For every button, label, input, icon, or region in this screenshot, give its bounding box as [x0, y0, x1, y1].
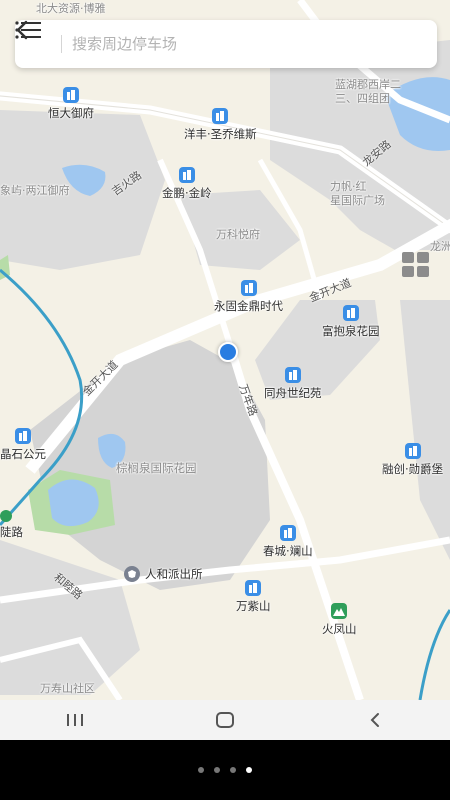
- poi-label: 万紫山: [236, 599, 271, 613]
- label-wanke: 万科悦府: [216, 228, 260, 241]
- apps-grid-button[interactable]: [402, 252, 436, 286]
- poi-station[interactable]: 陡路: [0, 510, 23, 540]
- poi-jinpeng[interactable]: 金鹏·金岭: [162, 167, 212, 201]
- poi-hengda[interactable]: 恒大御府: [48, 87, 94, 121]
- building-icon: [284, 367, 301, 383]
- page-dot: [198, 767, 204, 773]
- home-button[interactable]: [185, 700, 265, 740]
- poi-chuncheng[interactable]: 春城·斓山: [263, 525, 313, 559]
- poi-label: 火凤山: [322, 622, 357, 636]
- building-icon: [342, 305, 359, 321]
- poi-label: 人和派出所: [145, 567, 203, 581]
- search-bar: [15, 20, 437, 68]
- poi-fubao[interactable]: 富抱泉花园: [322, 305, 380, 339]
- label-wanshou: 万寿山社区: [40, 682, 95, 695]
- poi-label: 春城·斓山: [263, 544, 313, 558]
- poi-label: 同舟世纪苑: [264, 386, 322, 400]
- poi-label: 恒大御府: [48, 106, 94, 120]
- page-dot: [230, 767, 236, 773]
- block-east: [400, 300, 450, 560]
- android-nav-bar: [0, 700, 450, 740]
- list-icon: [15, 21, 41, 39]
- current-location-dot: [218, 342, 238, 362]
- page-dot-active: [246, 767, 252, 773]
- poi-rongchuang[interactable]: 融创·勋爵堡: [382, 443, 443, 477]
- building-icon: [178, 167, 195, 183]
- label-top-partial: 北大资源·博雅: [36, 2, 106, 15]
- poi-label: 棕榈泉国际花园: [116, 461, 197, 475]
- poi-yangfeng[interactable]: 洋丰·圣乔维斯: [184, 108, 257, 142]
- map-view[interactable]: 北大资源·博雅 蓝湖郡西岸二 三、四组团 力帆·红 星国际广场 万科悦府 万寿山…: [0, 0, 450, 700]
- poi-jingshi[interactable]: 晶石公元: [0, 428, 46, 462]
- label-xiangyu: 象屿·两江御府: [0, 184, 70, 197]
- building-icon: [63, 87, 79, 103]
- building-icon: [279, 525, 296, 541]
- poi-label: 融创·勋爵堡: [382, 462, 444, 476]
- poi-label: 金鹏·金岭: [162, 186, 212, 200]
- poi-label: 晶石公元: [0, 447, 46, 461]
- lake-zongquan: [48, 479, 99, 527]
- poi-yonggu[interactable]: 永固金鼎时代: [214, 280, 283, 314]
- list-menu-button[interactable]: [15, 20, 437, 68]
- building-icon: [245, 580, 262, 596]
- back-nav-button[interactable]: [335, 700, 415, 740]
- recent-apps-button[interactable]: [35, 700, 115, 740]
- poi-zongquan[interactable]: 棕榈泉国际花园: [116, 460, 197, 476]
- poi-wanzi[interactable]: 万紫山: [236, 580, 271, 614]
- poi-label: 洋丰·圣乔维斯: [184, 127, 257, 141]
- poi-renhe[interactable]: 人和派出所: [124, 566, 203, 582]
- grid-icon: [402, 252, 429, 277]
- search-divider: [61, 35, 62, 53]
- label-lanhu: 蓝湖郡西岸二 三、四组团: [335, 78, 401, 105]
- page-dot: [214, 767, 220, 773]
- search-input[interactable]: [70, 34, 389, 54]
- metro-line-east: [418, 609, 450, 700]
- building-icon: [404, 443, 421, 459]
- back-arrow-icon: [370, 713, 379, 727]
- building-icon: [212, 108, 229, 124]
- poi-tongzhou[interactable]: 同舟世纪苑: [264, 367, 322, 401]
- recent-apps-icon: [67, 714, 83, 726]
- poi-label: 陡路: [0, 525, 23, 539]
- poi-label: 富抱泉花园: [322, 324, 380, 338]
- mountain-icon: [331, 603, 348, 619]
- poi-label: 永固金鼎时代: [214, 299, 283, 313]
- home-icon: [216, 712, 234, 728]
- poi-huofeng[interactable]: 火凤山: [322, 603, 357, 637]
- metro-station-icon: [0, 510, 12, 522]
- label-lifan: 力帆·红 星国际广场: [330, 180, 385, 207]
- building-icon: [15, 428, 31, 444]
- page-indicator: [0, 740, 450, 800]
- building-icon: [240, 280, 257, 296]
- police-icon: [124, 566, 140, 582]
